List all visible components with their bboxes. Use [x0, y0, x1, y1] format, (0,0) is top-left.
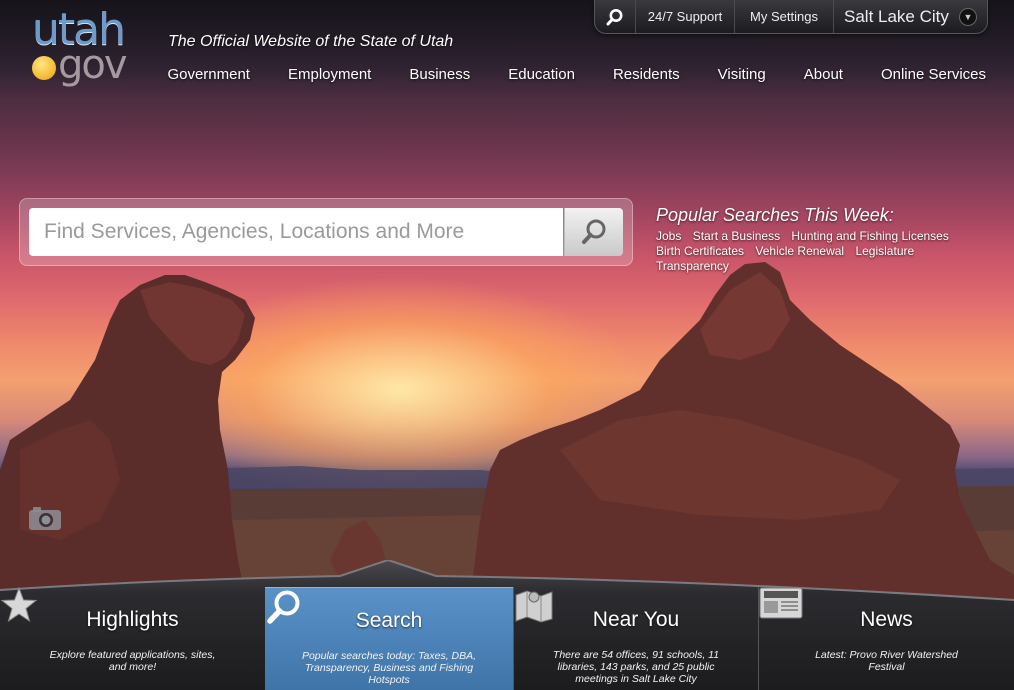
popular-searches: Popular Searches This Week: Jobs Start a… — [656, 205, 996, 274]
search-icon — [582, 219, 606, 244]
search-submit-button[interactable] — [564, 208, 623, 256]
nav-business[interactable]: Business — [390, 64, 489, 85]
nav-employment[interactable]: Employment — [269, 64, 390, 85]
search-panel — [19, 198, 633, 266]
support-link[interactable]: 24/7 Support — [636, 0, 735, 33]
tab-news-title: News — [860, 608, 913, 631]
tab-highlights-description: Explore featured applications, sites, an… — [49, 649, 216, 673]
nav-education[interactable]: Education — [489, 64, 594, 85]
city-label: Salt Lake City — [844, 6, 949, 26]
tab-near-you[interactable]: Near You There are 54 offices, 91 school… — [513, 587, 758, 690]
tab-near-you-description: There are 54 offices, 91 schools, 11 lib… — [552, 649, 720, 685]
site-tagline: The Official Website of the State of Uta… — [168, 33, 454, 50]
popular-link-hunting-fishing[interactable]: Hunting and Fishing Licenses — [791, 229, 948, 243]
tab-near-you-title: Near You — [592, 608, 680, 631]
tab-highlights-title: Highlights — [86, 608, 179, 631]
city-selector[interactable]: Salt Lake City ▼ — [834, 0, 987, 33]
utility-search-button[interactable] — [595, 0, 636, 33]
popular-searches-row: Birth Certificates Vehicle Renewal Legis… — [656, 244, 996, 274]
main-nav: Government Employment Business Education… — [148, 64, 986, 85]
popular-link-start-business[interactable]: Start a Business — [693, 229, 780, 243]
popular-link-vehicle-renewal[interactable]: Vehicle Renewal — [755, 244, 844, 258]
chevron-down-icon: ▼ — [959, 7, 977, 26]
tab-news[interactable]: News Latest: Provo River Watershed Festi… — [758, 587, 1014, 690]
search-input[interactable] — [29, 208, 563, 256]
my-settings-link[interactable]: My Settings — [735, 0, 834, 33]
star-icon — [0, 587, 38, 623]
feature-tab-bar: Highlights Explore featured applications… — [0, 560, 1014, 690]
utility-bar: 24/7 Support My Settings Salt Lake City … — [594, 0, 988, 34]
popular-link-transparency[interactable]: Transparency — [656, 259, 729, 273]
tab-search-description: Popular searches today: Taxes, DBA, Tran… — [301, 650, 477, 686]
newspaper-icon — [759, 587, 803, 619]
map-icon — [515, 590, 553, 623]
popular-link-legislature[interactable]: Legislature — [855, 244, 914, 258]
nav-visiting[interactable]: Visiting — [699, 64, 785, 85]
tab-news-description: Latest: Provo River Watershed Festival — [815, 649, 958, 673]
search-icon — [606, 8, 623, 25]
tab-highlights[interactable]: Highlights Explore featured applications… — [0, 587, 265, 690]
logo-sun-icon — [32, 56, 56, 80]
camera-icon[interactable] — [28, 505, 62, 536]
popular-searches-title: Popular Searches This Week: — [656, 205, 894, 225]
search-icon — [267, 590, 300, 624]
popular-link-jobs[interactable]: Jobs — [656, 229, 681, 243]
popular-searches-row: Jobs Start a Business Hunting and Fishin… — [656, 229, 996, 244]
utah-gov-logo[interactable]: utah gov — [28, 4, 128, 90]
nav-about[interactable]: About — [785, 64, 862, 85]
nav-government[interactable]: Government — [148, 64, 269, 85]
tab-search-title: Search — [355, 609, 423, 632]
popular-link-birth-certificates[interactable]: Birth Certificates — [656, 244, 744, 258]
nav-online-services[interactable]: Online Services — [862, 64, 986, 85]
nav-residents[interactable]: Residents — [594, 64, 699, 85]
tab-search[interactable]: Search Popular searches today: Taxes, DB… — [265, 587, 513, 690]
logo-gov-text: gov — [58, 42, 128, 88]
